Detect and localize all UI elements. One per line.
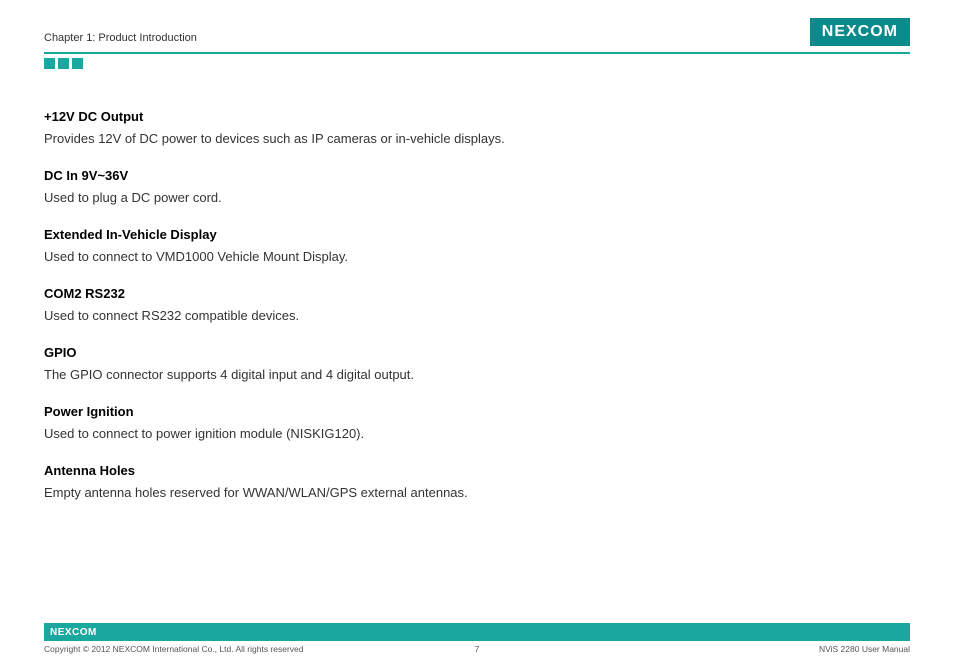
section-title: Antenna Holes: [44, 461, 604, 481]
section-antenna: Antenna Holes Empty antenna holes reserv…: [44, 461, 604, 502]
logo-top: NEXCOM: [810, 18, 910, 46]
section-description: Used to connect RS232 compatible devices…: [44, 306, 604, 326]
section-description: Used to plug a DC power cord.: [44, 188, 604, 208]
content-body: +12V DC Output Provides 12V of DC power …: [44, 107, 910, 502]
section-extended-display: Extended In-Vehicle Display Used to conn…: [44, 225, 604, 266]
section-title: GPIO: [44, 343, 604, 363]
section-com2: COM2 RS232 Used to connect RS232 compati…: [44, 284, 604, 325]
section-description: The GPIO connector supports 4 digital in…: [44, 365, 604, 385]
footer-bar: NEXCOM: [44, 623, 910, 641]
section-title: Power Ignition: [44, 402, 604, 422]
section-12v-dc-output: +12V DC Output Provides 12V of DC power …: [44, 107, 604, 148]
section-title: COM2 RS232: [44, 284, 604, 304]
header-divider: [44, 52, 910, 54]
section-description: Used to connect to power ignition module…: [44, 424, 604, 444]
section-title: DC In 9V~36V: [44, 166, 604, 186]
logo-text: NEXCOM: [822, 23, 898, 41]
footer: NEXCOM Copyright © 2012 NEXCOM Internati…: [44, 623, 910, 654]
copyright-text: Copyright © 2012 NEXCOM International Co…: [44, 644, 304, 654]
header-row: Chapter 1: Product Introduction NEXCOM: [44, 18, 910, 46]
logo-bottom: NEXCOM: [50, 627, 97, 638]
decorative-squares: [44, 58, 910, 69]
footer-text-row: Copyright © 2012 NEXCOM International Co…: [44, 644, 910, 654]
square-icon: [72, 58, 83, 69]
square-icon: [58, 58, 69, 69]
section-description: Empty antenna holes reserved for WWAN/WL…: [44, 483, 604, 503]
document-page: Chapter 1: Product Introduction NEXCOM +…: [0, 0, 954, 502]
section-title: Extended In-Vehicle Display: [44, 225, 604, 245]
section-title: +12V DC Output: [44, 107, 604, 127]
section-description: Provides 12V of DC power to devices such…: [44, 129, 604, 149]
section-gpio: GPIO The GPIO connector supports 4 digit…: [44, 343, 604, 384]
chapter-title: Chapter 1: Product Introduction: [44, 32, 197, 46]
section-description: Used to connect to VMD1000 Vehicle Mount…: [44, 247, 604, 267]
section-dc-in: DC In 9V~36V Used to plug a DC power cor…: [44, 166, 604, 207]
manual-name: NViS 2280 User Manual: [819, 644, 910, 654]
page-number: 7: [475, 644, 480, 654]
section-power-ignition: Power Ignition Used to connect to power …: [44, 402, 604, 443]
square-icon: [44, 58, 55, 69]
